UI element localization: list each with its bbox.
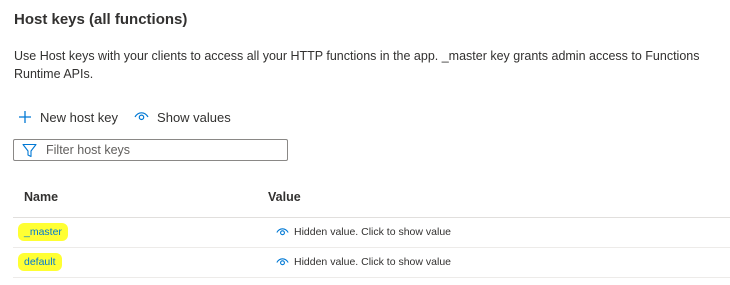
- toolbar: New host key Show values: [18, 107, 231, 127]
- new-host-key-label: New host key: [40, 109, 119, 125]
- hidden-value-link[interactable]: Hidden value. Click to show value: [276, 223, 451, 241]
- plus-icon: [18, 110, 32, 124]
- table-row: _master Hidden value. Click to show valu…: [13, 218, 730, 248]
- filter-box: [13, 139, 288, 161]
- funnel-icon: [22, 143, 37, 158]
- eye-icon: [134, 112, 149, 122]
- eye-icon: [276, 257, 289, 267]
- page-description: Use Host keys with your clients to acces…: [14, 49, 700, 81]
- hidden-value-text: Hidden value. Click to show value: [294, 226, 451, 238]
- key-name-link[interactable]: default: [18, 253, 62, 271]
- key-name-link[interactable]: _master: [18, 223, 68, 241]
- table-row: default Hidden value. Click to show valu…: [13, 248, 730, 278]
- page-title: Host keys (all functions): [14, 11, 188, 28]
- hidden-value-text: Hidden value. Click to show value: [294, 256, 451, 268]
- eye-icon: [276, 227, 289, 237]
- show-values-label: Show values: [157, 109, 231, 125]
- new-host-key-button[interactable]: New host key: [18, 110, 118, 125]
- hidden-value-link[interactable]: Hidden value. Click to show value: [276, 253, 451, 271]
- column-header-name: Name: [24, 190, 59, 204]
- table-header: Name Value: [13, 182, 730, 218]
- column-header-value: Value: [268, 190, 301, 204]
- show-values-button[interactable]: Show values: [134, 110, 231, 125]
- host-keys-table: Name Value _master Hidden value. Click t…: [13, 182, 730, 278]
- filter-host-keys-input[interactable]: [46, 143, 276, 157]
